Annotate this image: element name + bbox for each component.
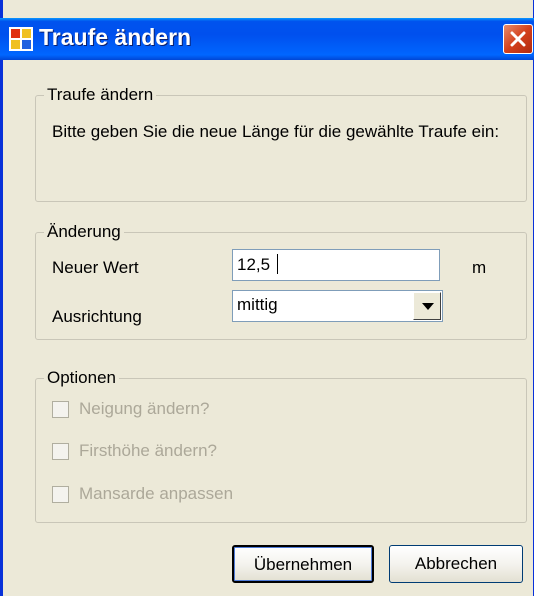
change-group-legend: Änderung (44, 222, 124, 242)
window-title: Traufe ändern (39, 24, 192, 50)
alignment-label: Ausrichtung (52, 307, 142, 326)
title-bar[interactable]: Traufe ändern (0, 18, 534, 60)
new-value-input[interactable] (232, 249, 440, 281)
mansarde-checkbox[interactable] (52, 486, 69, 503)
neigung-checkbox[interactable] (52, 401, 69, 418)
alignment-select[interactable]: mittig (232, 290, 443, 322)
neigung-label: Neigung ändern? (79, 399, 210, 418)
unit-label: m (472, 258, 487, 277)
info-groupbox: Traufe ändern (35, 85, 527, 202)
close-button[interactable] (503, 24, 533, 54)
info-group-legend: Traufe ändern (44, 85, 157, 105)
alignment-select-value: mittig (237, 295, 278, 314)
firsthoehe-label: Firsthöhe ändern? (79, 441, 217, 460)
firsthoehe-checkbox[interactable] (52, 443, 69, 460)
close-icon (510, 31, 526, 47)
mansarde-label: Mansarde anpassen (79, 484, 234, 503)
cancel-button[interactable]: Abbrechen (389, 545, 523, 583)
new-value-label: Neuer Wert (52, 258, 139, 277)
options-group-legend: Optionen (44, 368, 119, 388)
info-text: Bitte geben Sie die neue Länge für die g… (52, 122, 500, 141)
app-window-icon (9, 27, 33, 51)
text-caret (277, 254, 278, 274)
chevron-down-icon[interactable] (413, 292, 441, 320)
apply-button[interactable]: Übernehmen (232, 545, 374, 583)
